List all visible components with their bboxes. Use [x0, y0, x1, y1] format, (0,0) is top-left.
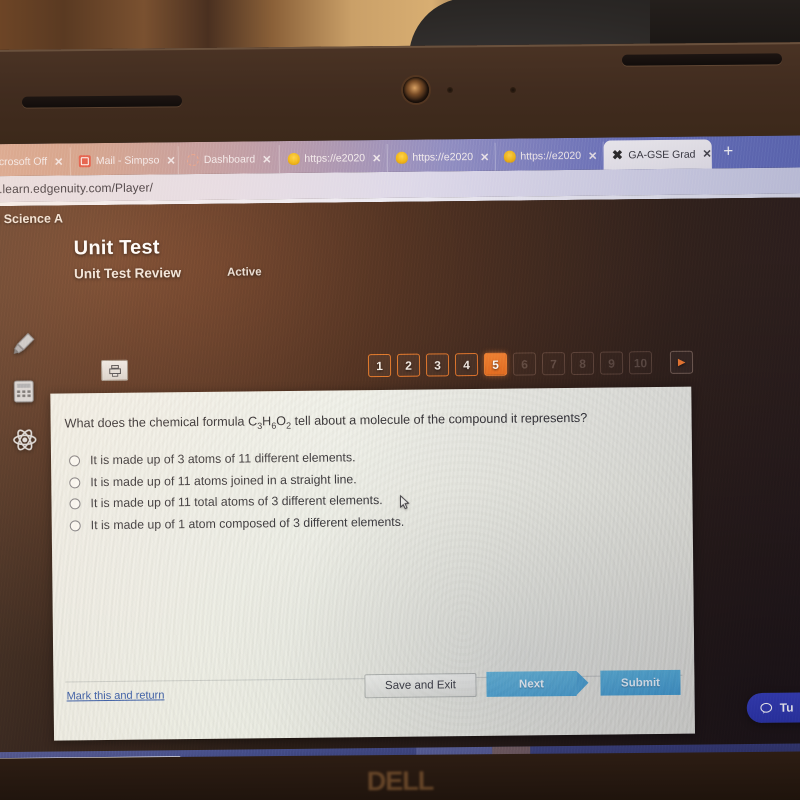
laptop-vent-right [621, 53, 783, 66]
course-name: ysical Science A [0, 211, 64, 227]
laptop-screen: Microsoft Off ✕ Mail - Simpso ✕ Dashboar… [0, 135, 800, 775]
close-icon[interactable]: ✕ [480, 150, 489, 163]
brand-logo: DELL [366, 765, 434, 797]
browser-tab[interactable]: https://e2020 ✕ [495, 141, 604, 171]
radio-button[interactable] [69, 519, 81, 531]
question-nav-button-7: 7 [541, 352, 566, 376]
question-suffix: tell about a molecule of the compound it… [291, 410, 588, 429]
unit-header: Unit Test Unit Test Review Active [0, 223, 800, 282]
radio-button[interactable] [68, 455, 81, 467]
close-icon[interactable]: ✕ [262, 153, 271, 166]
url-text: 6.core.learn.edgenuity.com/Player/ [0, 180, 154, 197]
question-nav-button-5-current[interactable]: 5 [483, 352, 508, 376]
tutor-label: Tu [779, 700, 794, 715]
question-nav-button-1[interactable]: 1 [367, 353, 392, 378]
answer-choice-label: It is made up of 11 total atoms of 3 dif… [90, 493, 383, 511]
question-nav-button-6: 6 [512, 352, 537, 376]
browser-tab[interactable]: https://e2020 ✕ [387, 142, 496, 172]
microphone-hole-icon [510, 87, 516, 93]
mail-icon [78, 155, 91, 168]
tutor-button[interactable]: Tu [746, 692, 800, 724]
print-icon [108, 364, 121, 377]
page-title: Unit Test [73, 236, 160, 260]
webcam-icon [403, 77, 429, 103]
close-icon[interactable]: ✕ [166, 154, 175, 167]
browser-tab[interactable]: Dashboard ✕ [178, 145, 280, 175]
close-icon[interactable]: ✕ [588, 149, 597, 162]
lightbulb-icon [503, 150, 516, 163]
unit-subtitle: Unit Test Review [73, 265, 182, 282]
tab-title: GA-GSE Grad [628, 148, 696, 161]
close-icon[interactable]: ✕ [54, 155, 63, 168]
radio-button[interactable] [69, 498, 81, 510]
answer-choice-label: It is made up of 11 atoms joined in a st… [90, 471, 357, 489]
answer-choice-d[interactable]: It is made up of 1 atom composed of 3 di… [69, 511, 677, 532]
close-icon[interactable]: ✕ [372, 152, 381, 165]
tool-rail [11, 331, 38, 453]
browser-tab-active[interactable]: ✖ GA-GSE Grad ✕ [603, 139, 712, 170]
edgenuity-player: ysical Science A Unit Test Unit Test Rev… [0, 197, 800, 753]
mark-this-and-return-link[interactable]: Mark this and return [67, 689, 165, 702]
browser-tab[interactable]: Microsoft Off ✕ [0, 147, 71, 177]
tab-title: Microsoft Off [0, 155, 48, 169]
browser-tab[interactable]: https://e2020 ✕ [279, 143, 388, 174]
print-button[interactable] [100, 359, 129, 382]
save-and-exit-button[interactable]: Save and Exit [364, 672, 477, 698]
browser-tab[interactable]: Mail - Simpso ✕ [70, 146, 179, 176]
answer-choice-label: It is made up of 3 atoms of 11 different… [89, 450, 356, 468]
new-tab-button[interactable]: + [711, 141, 743, 162]
lightbulb-icon [395, 151, 408, 164]
answer-choice-c[interactable]: It is made up of 11 total atoms of 3 dif… [69, 490, 676, 511]
answer-choice-b[interactable]: It is made up of 11 atoms joined in a st… [69, 468, 676, 489]
laptop-vent-left [21, 95, 183, 108]
next-button[interactable]: Next [486, 670, 577, 697]
highlighter-icon[interactable] [11, 331, 37, 357]
x-mark-icon: ✖ [611, 146, 623, 163]
answer-choices: It is made up of 3 atoms of 11 different… [68, 447, 677, 540]
lightbulb-icon [287, 152, 300, 166]
atom-icon[interactable] [12, 427, 38, 453]
submit-button[interactable]: Submit [600, 669, 681, 696]
question-nav-button-3[interactable]: 3 [425, 353, 450, 377]
microphone-hole-icon [447, 87, 453, 93]
question-nav-button-9: 9 [599, 351, 624, 375]
status-badge: Active [226, 265, 262, 279]
tab-title: Mail - Simpso [95, 154, 160, 168]
loading-spinner-icon [186, 153, 199, 167]
answer-choice-label: It is made up of 1 atom composed of 3 di… [90, 514, 405, 532]
calculator-icon[interactable] [11, 379, 37, 405]
chat-bubble-icon [760, 702, 773, 714]
tab-title: https://e2020 [520, 149, 582, 163]
card-action-buttons: Save and Exit Next Submit [364, 669, 681, 698]
question-text: What does the chemical formula C3H6O2 te… [65, 409, 676, 434]
question-prefix: What does the chemical formula C [64, 414, 258, 431]
tab-title: https://e2020 [304, 152, 366, 165]
next-page-arrow-icon[interactable]: ▶ [669, 350, 694, 374]
question-card: What does the chemical formula C3H6O2 te… [50, 386, 696, 741]
photo-of-laptop-screen: Microsoft Off ✕ Mail - Simpso ✕ Dashboar… [0, 0, 800, 800]
question-nav-button-8: 8 [570, 351, 595, 375]
formula-h: H [262, 414, 272, 429]
question-nav: 1 2 3 4 5 6 7 8 9 10 ▶ [367, 350, 694, 378]
tab-title: Dashboard [203, 153, 256, 166]
tab-title: https://e2020 [412, 151, 474, 164]
question-nav-button-10: 10 [628, 351, 653, 375]
answer-choice-a[interactable]: It is made up of 3 atoms of 11 different… [68, 447, 676, 468]
close-icon[interactable]: ✕ [702, 147, 711, 160]
question-nav-button-2[interactable]: 2 [396, 353, 421, 377]
question-nav-button-4[interactable]: 4 [454, 352, 479, 377]
radio-button[interactable] [69, 476, 81, 488]
